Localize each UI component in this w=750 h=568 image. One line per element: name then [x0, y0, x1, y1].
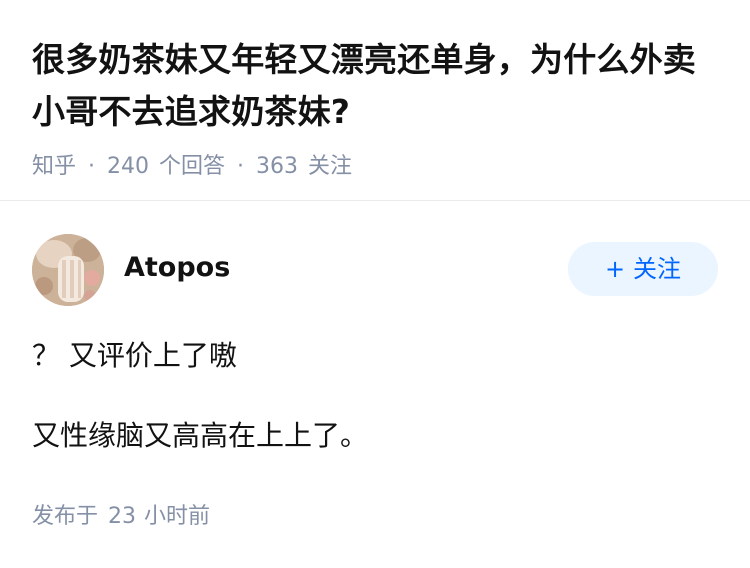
answer-count-label[interactable]: 个回答	[159, 154, 225, 179]
question-header: 很多奶茶妹又年轻又漂亮还单身，为什么外卖小哥不去追求奶茶妹? 知乎 · 240 个回答…	[32, 34, 722, 182]
author-name[interactable]: Atopos	[124, 250, 230, 286]
answer-content: ？ 又评价上了嗷 又性缘脑又高高在上上了。	[32, 334, 718, 494]
avatar-image	[32, 234, 104, 306]
publish-unit: 小时前	[144, 504, 211, 529]
question-meta: 知乎 · 240 个回答 · 363 关注	[32, 152, 722, 182]
answer-paragraph: ？ 又评价上了嗷	[32, 339, 237, 372]
publish-time: 发布于 23 小时前	[32, 502, 210, 532]
answer-author-row: Atopos + 关注	[32, 234, 718, 306]
meta-separator: ·	[237, 154, 245, 179]
answer-count[interactable]: 240	[107, 154, 149, 179]
follow-button[interactable]: + 关注	[568, 242, 718, 296]
source-label[interactable]: 知乎	[32, 154, 76, 179]
follower-count-label: 关注	[308, 154, 353, 179]
plus-icon: +	[604, 255, 626, 283]
answer-paragraph: 又性缘脑又高高在上上了。	[32, 419, 369, 452]
section-divider	[0, 200, 750, 201]
publish-value: 23	[108, 504, 137, 529]
meta-separator: ·	[88, 154, 96, 179]
follower-count: 363	[256, 154, 299, 179]
follow-button-label: 关注	[633, 255, 682, 283]
publish-label: 发布于	[32, 504, 99, 529]
avatar[interactable]	[32, 234, 104, 306]
question-title[interactable]: 很多奶茶妹又年轻又漂亮还单身，为什么外卖小哥不去追求奶茶妹?	[32, 34, 722, 138]
